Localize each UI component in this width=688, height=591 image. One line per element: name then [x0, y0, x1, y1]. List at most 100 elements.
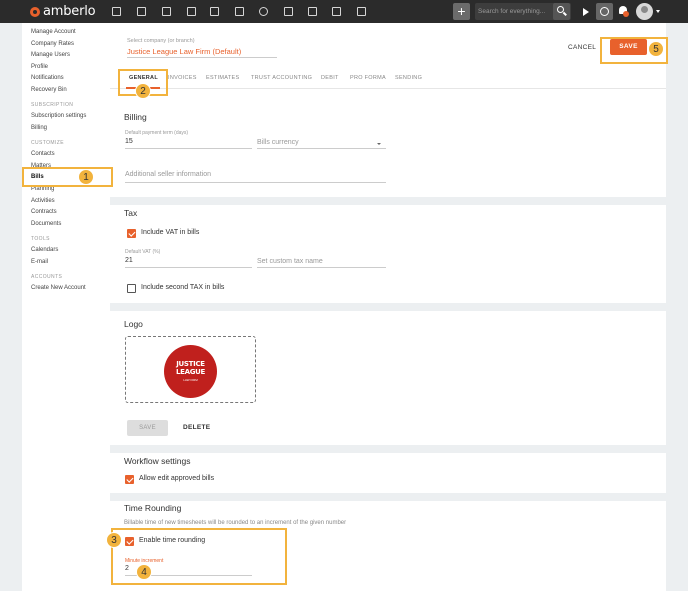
notification-badge [623, 11, 629, 17]
timer-button[interactable] [596, 3, 613, 20]
stopwatch-icon [600, 7, 609, 16]
invoice-icon[interactable] [307, 6, 318, 17]
seller-info-input[interactable]: Additional seller information [125, 171, 211, 178]
amberlo-logo-icon [30, 6, 40, 17]
notifications-button[interactable] [618, 5, 629, 17]
sidebar-heading-subscription: SUBSCRIPTION [31, 102, 74, 108]
folder-icon[interactable] [283, 6, 294, 17]
delete-logo-button[interactable]: DELETE [183, 424, 210, 431]
payment-term-label: Default payment term (days) [125, 130, 189, 136]
step-marker-2: 2 [135, 83, 151, 99]
second-tax-label: Include second TAX in bills [141, 284, 225, 291]
mail-icon[interactable] [331, 6, 342, 17]
play-timer-button[interactable] [578, 3, 593, 20]
user-avatar[interactable] [636, 3, 653, 20]
bills-currency-underline [257, 148, 386, 149]
settings-tabs: GENERAL INVOICES ESTIMATES TRUST ACCOUNT… [110, 67, 666, 89]
sidebar-item-contacts[interactable]: Contacts [31, 151, 55, 157]
sidebar-item-manage-users[interactable]: Manage Users [31, 52, 70, 58]
settings-sidebar: Manage Account Company Rates Manage User… [22, 23, 110, 591]
save-logo-button[interactable]: SAVE [127, 420, 168, 436]
sidebar-item-manage-account[interactable]: Manage Account [31, 29, 76, 35]
sidebar-heading-customize: CUSTOMIZE [31, 140, 64, 146]
matters-icon[interactable] [161, 6, 172, 17]
documents-icon[interactable] [186, 6, 197, 17]
section-divider [110, 197, 666, 205]
seller-info-underline [125, 182, 386, 183]
reports-icon[interactable] [356, 6, 367, 17]
company-select-label: Select company (or branch) [127, 38, 195, 44]
logo-text-line3: LAW FIRM [183, 378, 198, 382]
search-input[interactable] [478, 5, 553, 18]
bank-icon[interactable] [209, 6, 220, 17]
section-divider [110, 303, 666, 311]
include-vat-checkbox[interactable] [127, 229, 136, 238]
sidebar-item-company-rates[interactable]: Company Rates [31, 41, 74, 47]
search-icon [557, 6, 564, 13]
bill-settings-panel: Select company (or branch) Justice Leagu… [110, 23, 666, 591]
sidebar-item-billing[interactable]: Billing [31, 125, 47, 131]
custom-tax-underline [257, 267, 386, 268]
logo-section-title: Logo [124, 319, 143, 329]
cancel-button[interactable]: CANCEL [568, 44, 596, 51]
step-marker-5: 5 [648, 41, 664, 57]
second-tax-checkbox[interactable] [127, 284, 136, 293]
sidebar-item-email[interactable]: E-mail [31, 259, 48, 265]
logo-text-line2: LEAGUE [175, 368, 206, 376]
include-vat-label: Include VAT in bills [141, 229, 200, 236]
add-new-button[interactable]: + [453, 3, 470, 20]
sidebar-item-subscription-settings[interactable]: Subscription settings [31, 113, 86, 119]
sidebar-heading-accounts: ACCOUNTS [31, 274, 63, 280]
sidebar-item-contracts[interactable]: Contracts [31, 209, 57, 215]
sidebar-heading-tools: TOOLS [31, 236, 50, 242]
default-vat-label: Default VAT (%) [125, 249, 161, 255]
tab-invoices[interactable]: INVOICES [168, 75, 197, 81]
time-rounding-hint: Billable time of new timesheets will be … [124, 520, 347, 526]
page-scrollbar[interactable] [666, 23, 688, 591]
sidebar-item-recovery-bin[interactable]: Recovery Bin [31, 87, 67, 93]
step-marker-3: 3 [106, 532, 122, 548]
chevron-down-icon[interactable] [656, 10, 660, 13]
allow-edit-approved-label: Allow edit approved bills [139, 475, 215, 482]
sidebar-item-calendars[interactable]: Calendars [31, 247, 58, 253]
logo-text-line1: JUSTICE [176, 360, 205, 368]
tab-trust-accounting[interactable]: TRUST ACCOUNTING [251, 75, 312, 81]
company-select[interactable]: Justice League Law Firm (Default) [127, 47, 241, 56]
company-select-underline [127, 57, 277, 58]
chevron-down-icon[interactable] [377, 143, 381, 145]
tab-debit[interactable]: DEBIT [321, 75, 339, 81]
tab-sending[interactable]: SENDING [395, 75, 422, 81]
allow-edit-approved-checkbox[interactable] [125, 475, 134, 484]
tax-section-title: Tax [124, 208, 138, 218]
calendar-icon[interactable] [234, 6, 245, 17]
step-marker-1: 1 [78, 169, 94, 185]
history-icon[interactable] [258, 6, 269, 17]
section-divider [110, 493, 666, 501]
time-rounding-section-title: Time Rounding [124, 503, 182, 513]
tab-pro-forma[interactable]: PRO FORMA [350, 75, 386, 81]
payment-term-underline [125, 148, 252, 149]
default-vat-input[interactable]: 21 [125, 257, 133, 264]
bills-currency-select[interactable]: Bills currency [257, 139, 299, 146]
top-bar: amberlo + [0, 0, 688, 23]
highlight-box-bills [22, 167, 113, 187]
tab-estimates[interactable]: ESTIMATES [206, 75, 239, 81]
sidebar-item-notifications[interactable]: Notifications [31, 75, 64, 81]
logo-upload-area[interactable]: JUSTICE LEAGUE LAW FIRM [125, 336, 256, 403]
custom-tax-name-input[interactable]: Set custom tax name [257, 258, 323, 265]
sidebar-item-documents[interactable]: Documents [31, 221, 61, 227]
sidebar-item-create-new-account[interactable]: Create New Account [31, 285, 86, 291]
default-vat-underline [125, 267, 252, 268]
step-marker-4: 4 [136, 564, 152, 580]
sidebar-item-activities[interactable]: Activities [31, 198, 55, 204]
brand-name: amberlo [43, 4, 96, 19]
search-button[interactable] [553, 3, 570, 20]
contacts-icon[interactable] [136, 6, 147, 17]
billing-section-title: Billing [124, 112, 147, 122]
payment-term-input[interactable]: 15 [125, 138, 133, 145]
section-divider [110, 445, 666, 453]
dashboard-icon[interactable] [111, 6, 122, 17]
workflow-section-title: Workflow settings [124, 456, 191, 466]
amberlo-logo[interactable]: amberlo [30, 3, 96, 20]
sidebar-item-profile[interactable]: Profile [31, 64, 48, 70]
